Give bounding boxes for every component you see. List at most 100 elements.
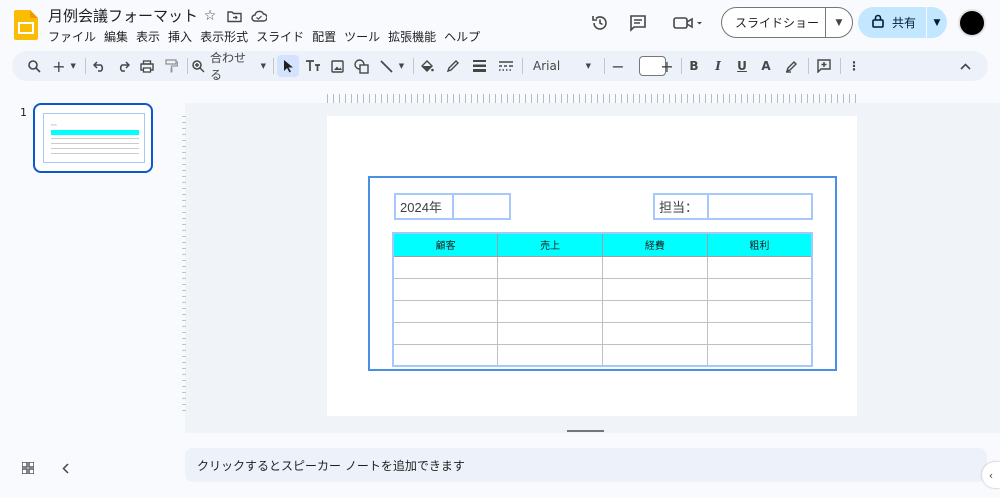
menu-edit[interactable]: 編集 [104,28,134,45]
text-color-icon[interactable]: A [757,55,775,77]
table-cell[interactable] [497,321,603,345]
slide-thumbnail[interactable]: ▭▭ [33,103,153,173]
border-color-icon[interactable] [443,55,461,77]
font-family-select[interactable]: Arial ▼ [527,55,597,77]
collapse-filmstrip-chevron-left-icon[interactable] [57,460,73,476]
person-value-box[interactable] [707,193,813,220]
table-cell[interactable] [601,321,708,345]
search-menus-icon[interactable] [25,55,43,77]
table-cell[interactable] [601,299,708,323]
menu-arrange[interactable]: 配置 [312,28,342,45]
zoom-select[interactable]: 合わせる ▼ [210,51,266,82]
decrease-font-size-icon[interactable]: − [610,55,626,77]
table-header-gross-profit[interactable]: 粗利 [706,232,813,257]
horizontal-ruler[interactable] [327,94,858,103]
account-avatar[interactable] [958,9,986,37]
grid-view-icon[interactable] [20,460,36,476]
paint-format-icon[interactable] [162,55,180,77]
notes-resize-handle[interactable] [567,430,604,432]
insert-image-icon[interactable] [328,55,346,77]
slideshow-label[interactable]: スライドショー [722,14,825,31]
slides-logo-icon[interactable] [14,10,38,40]
cloud-status-icon[interactable] [251,8,267,24]
share-button[interactable]: 共有 ▼ [858,7,947,38]
slideshow-options-chevron-down-icon[interactable]: ▼ [826,18,852,28]
menu-insert[interactable]: 挿入 [168,28,198,45]
table-cell[interactable] [601,277,708,301]
table-cell[interactable] [392,277,499,301]
year-label-box[interactable]: 2024年 [394,193,454,220]
thumbnail-table-row [51,143,139,144]
side-panel-chevron-left-icon[interactable]: ‹ [982,462,1000,488]
redo-icon[interactable] [114,55,132,77]
table-header-sales[interactable]: 売上 [497,232,603,257]
line-tool-icon[interactable]: ▼ [376,55,408,77]
meet-video-icon[interactable] [671,12,705,34]
table-cell[interactable] [706,277,813,301]
menu-view[interactable]: 表示 [136,28,166,45]
increase-font-size-icon[interactable]: + [659,55,675,77]
table-cell[interactable] [497,343,603,367]
more-options-icon[interactable]: ⋮ [845,55,863,77]
vertical-ruler[interactable] [182,116,186,416]
table-cell[interactable] [392,299,499,323]
star-icon[interactable]: ☆ [202,8,218,24]
table-row [392,299,813,323]
slide-number: 1 [20,106,27,119]
table-cell[interactable] [497,277,603,301]
table-row [392,343,813,367]
share-label[interactable]: 共有 [892,14,922,31]
border-dash-icon[interactable] [497,55,515,77]
share-options-chevron-down-icon[interactable]: ▼ [927,18,947,28]
menu-slide[interactable]: スライド [256,28,310,45]
underline-icon[interactable]: U [733,55,751,77]
italic-icon[interactable]: I [709,55,727,77]
add-comment-icon[interactable] [815,55,833,77]
collapse-toolbar-chevron-up-icon[interactable] [956,55,974,77]
table-cell[interactable] [706,299,813,323]
toolbar-divider [840,58,841,74]
highlight-color-icon[interactable] [782,55,800,77]
fill-color-icon[interactable] [418,55,436,77]
table-cell[interactable] [497,299,603,323]
toolbar-divider [413,58,414,74]
toolbar-divider [187,58,188,74]
move-folder-icon[interactable] [226,8,242,24]
menu-extensions[interactable]: 拡張機能 [388,28,442,45]
print-icon[interactable] [138,55,156,77]
table-cell[interactable] [497,255,603,279]
undo-icon[interactable] [90,55,108,77]
menu-tools[interactable]: ツール [344,28,386,45]
table-cell[interactable] [392,343,499,367]
zoom-icon[interactable] [190,55,206,77]
table-cell[interactable] [392,321,499,345]
year-value-box[interactable] [452,193,511,220]
document-title[interactable]: 月例会議フォーマット [48,5,198,26]
menu-help[interactable]: ヘルプ [444,28,486,45]
text-box-icon[interactable] [303,55,323,77]
menu-bar: ファイル 編集 表示 挿入 表示形式 スライド 配置 ツール 拡張機能 ヘルプ [48,28,488,45]
select-cursor-icon[interactable] [277,55,299,77]
table-cell[interactable] [601,255,708,279]
speaker-notes-field[interactable]: クリックするとスピーカー ノートを追加できます [185,448,987,482]
table-cell[interactable] [392,255,499,279]
table-header-row: 顧客 売上 経費 粗利 [392,232,813,257]
table-cell[interactable] [706,255,813,279]
table-cell[interactable] [601,343,708,367]
table-cell[interactable] [706,321,813,345]
border-weight-icon[interactable] [470,55,488,77]
table-header-customer[interactable]: 顧客 [392,232,499,257]
shape-icon[interactable] [352,55,370,77]
comments-icon[interactable] [627,12,649,34]
menu-file[interactable]: ファイル [48,28,102,45]
person-label-box[interactable]: 担当： [653,193,709,220]
table-cell[interactable] [706,343,813,367]
table-row [392,321,813,345]
bold-icon[interactable]: B [685,55,703,77]
version-history-icon[interactable] [589,12,611,34]
monthly-data-table[interactable]: 顧客 売上 経費 粗利 [392,232,813,367]
table-header-expenses[interactable]: 経費 [601,232,708,257]
menu-format[interactable]: 表示形式 [200,28,254,45]
slideshow-button[interactable]: スライドショー ▼ [721,7,853,38]
new-slide-plus-icon[interactable]: + ▼ [50,55,78,77]
